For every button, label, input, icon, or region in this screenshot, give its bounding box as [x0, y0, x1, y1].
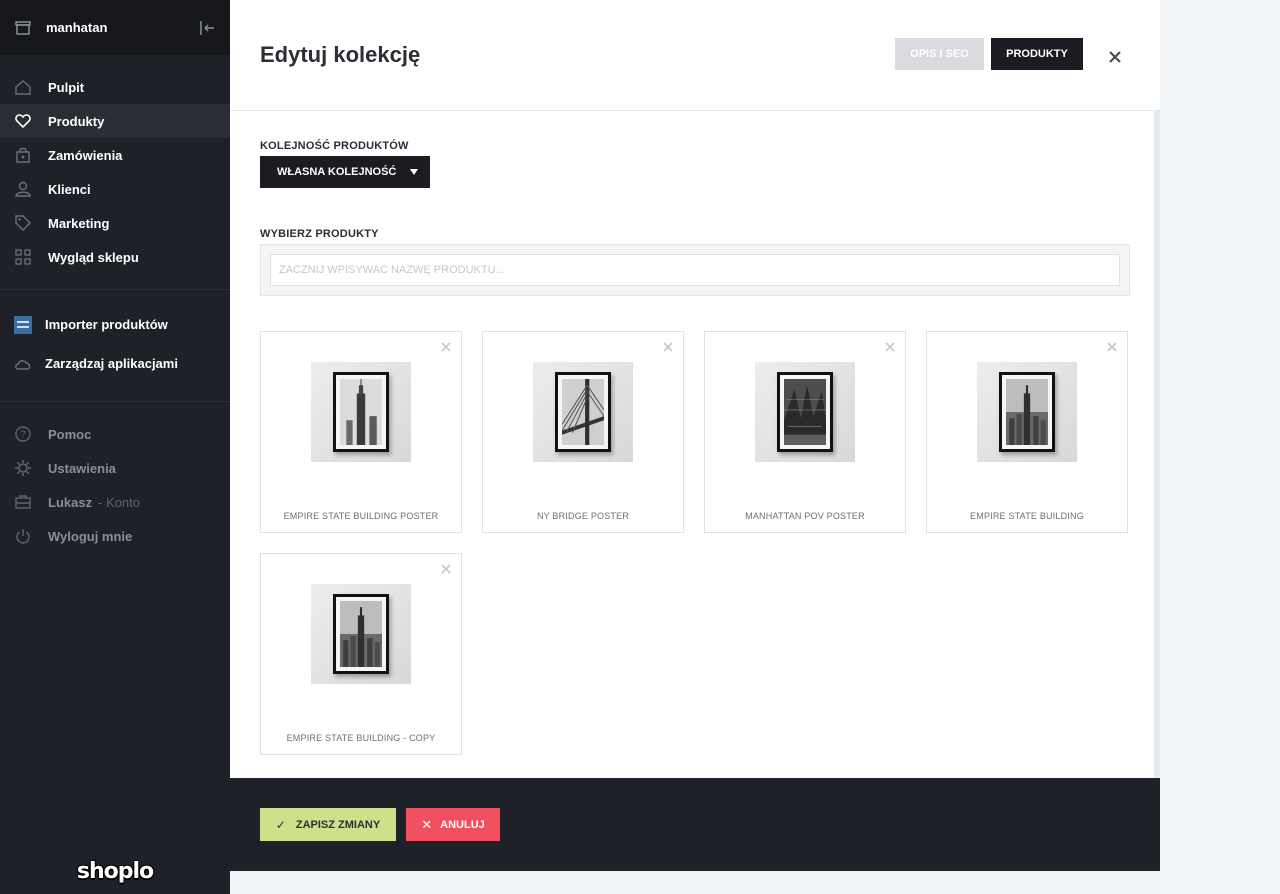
product-thumbnail	[755, 362, 855, 462]
product-name: EMPIRE STATE BUILDING - COPY	[286, 733, 436, 743]
modal-footer: ✓ ZAPISZ ZMIANY ✕ ANULUJ	[230, 778, 1160, 871]
power-icon	[14, 527, 32, 545]
product-thumbnail	[311, 584, 411, 684]
nav-label: Pomoc	[48, 426, 92, 442]
caret-down-icon	[410, 169, 418, 175]
nav-label: Pulpit	[48, 79, 85, 95]
nav-item-zamowienia[interactable]: Zamówienia	[0, 138, 230, 172]
edit-collection-modal: Edytuj kolekcję OPIS I SEO PRODUKTY KOLE…	[230, 0, 1160, 871]
gear-icon	[14, 459, 32, 477]
nav-label: Wyloguj mnie	[48, 528, 133, 544]
product-card[interactable]: MANHATTAN POV POSTER	[704, 331, 906, 533]
importer-app-icon	[14, 315, 32, 334]
nav-item-pomoc[interactable]: ? Pomoc	[0, 417, 230, 451]
nav-item-pulpit[interactable]: Pulpit	[0, 70, 230, 104]
product-thumbnail	[977, 362, 1077, 462]
shoplo-logo: shoplo	[0, 859, 230, 884]
remove-icon[interactable]	[441, 342, 451, 352]
help-icon: ?	[14, 425, 32, 443]
briefcase-icon	[14, 493, 32, 511]
main-nav: Pulpit Produkty Zamówienia Klienci Marke…	[0, 55, 230, 274]
nav-item-marketing[interactable]: Marketing	[0, 206, 230, 240]
background-gutter	[1160, 0, 1280, 894]
user-icon	[14, 180, 32, 198]
nav-item-konto[interactable]: Lukasz - Konto	[0, 485, 230, 519]
modal-header: Edytuj kolekcję OPIS I SEO PRODUKTY	[230, 0, 1160, 111]
nav-item-produkty[interactable]: Produkty	[0, 104, 230, 138]
page-title: Edytuj kolekcję	[260, 42, 421, 67]
product-search-input[interactable]	[270, 254, 1120, 286]
cloud-icon	[14, 355, 32, 373]
svg-text:?: ?	[20, 430, 26, 441]
app-label: Importer produktów	[45, 317, 168, 332]
store-bar: manhatan	[0, 0, 230, 55]
order-select[interactable]: WŁASNA KOLEJNOŚĆ	[260, 156, 430, 188]
remove-icon[interactable]	[885, 342, 895, 352]
nav-label: Lukasz	[48, 494, 93, 510]
save-button[interactable]: ✓ ZAPISZ ZMIANY	[260, 808, 396, 841]
bag-icon	[14, 146, 32, 164]
nav-item-wyloguj[interactable]: Wyloguj mnie	[0, 519, 230, 553]
remove-icon[interactable]	[441, 564, 451, 574]
tag-icon	[14, 214, 32, 232]
cancel-label: ANULUJ	[440, 818, 485, 831]
nav-label: Zamówienia	[48, 147, 123, 163]
nav-label: Ustawienia	[48, 460, 116, 476]
save-label: ZAPISZ ZMIANY	[295, 818, 381, 831]
sidebar-collapse-icon[interactable]	[198, 19, 216, 37]
order-select-value: WŁASNA KOLEJNOŚĆ	[277, 166, 397, 178]
home-icon	[14, 78, 32, 96]
select-products-label: WYBIERZ PRODUKTY	[260, 228, 379, 240]
account-suffix: - Konto	[98, 494, 140, 510]
sidebar: manhatan Pulpit Produkty Zamówienia Klie…	[0, 0, 230, 894]
product-card[interactable]: NY BRIDGE POSTER	[482, 331, 684, 533]
divider	[0, 401, 230, 402]
nav-item-ustawienia[interactable]: Ustawienia	[0, 451, 230, 485]
product-thumbnail	[533, 362, 633, 462]
tab-products[interactable]: PRODUKTY	[991, 38, 1083, 70]
product-search-wrap	[260, 244, 1130, 296]
heart-icon	[14, 112, 32, 130]
product-name: EMPIRE STATE BUILDING POSTER	[283, 511, 439, 521]
divider	[0, 289, 230, 290]
product-name: NY BRIDGE POSTER	[536, 511, 630, 521]
modal-body: KOLEJNOŚĆ PRODUKTÓW WŁASNA KOLEJNOŚĆ WYB…	[230, 111, 1160, 838]
store-icon	[15, 20, 31, 35]
nav-label: Wygląd sklepu	[48, 249, 139, 265]
product-card[interactable]: EMPIRE STATE BUILDING POSTER	[260, 331, 462, 533]
nav-item-klienci[interactable]: Klienci	[0, 172, 230, 206]
nav-label: Marketing	[48, 215, 110, 231]
nav-label: Produkty	[48, 113, 105, 129]
remove-icon[interactable]	[663, 342, 673, 352]
product-name: EMPIRE STATE BUILDING	[970, 511, 1084, 521]
product-card[interactable]: EMPIRE STATE BUILDING - COPY	[260, 553, 462, 755]
order-label: KOLEJNOŚĆ PRODUKTÓW	[260, 140, 409, 152]
product-name: MANHATTAN POV POSTER	[745, 511, 865, 521]
nav-label: Klienci	[48, 181, 91, 197]
close-icon: ✕	[421, 816, 433, 832]
product-thumbnail	[311, 362, 411, 462]
app-label: Zarządzaj aplikacjami	[45, 356, 178, 371]
product-card[interactable]: EMPIRE STATE BUILDING	[926, 331, 1128, 533]
nav-item-wyglad-sklepu[interactable]: Wygląd sklepu	[0, 240, 230, 274]
grid-icon	[14, 248, 32, 266]
check-icon: ✓	[275, 817, 286, 832]
tab-description-seo[interactable]: OPIS I SEO	[895, 38, 984, 70]
brand-text: shoplo	[76, 859, 154, 884]
close-icon[interactable]	[1106, 48, 1124, 66]
remove-icon[interactable]	[1107, 342, 1117, 352]
cancel-button[interactable]: ✕ ANULUJ	[406, 808, 500, 841]
app-item-importer[interactable]: Importer produktów	[0, 305, 230, 344]
store-name[interactable]: manhatan	[46, 20, 198, 35]
app-item-manage-apps[interactable]: Zarządzaj aplikacjami	[0, 344, 230, 383]
